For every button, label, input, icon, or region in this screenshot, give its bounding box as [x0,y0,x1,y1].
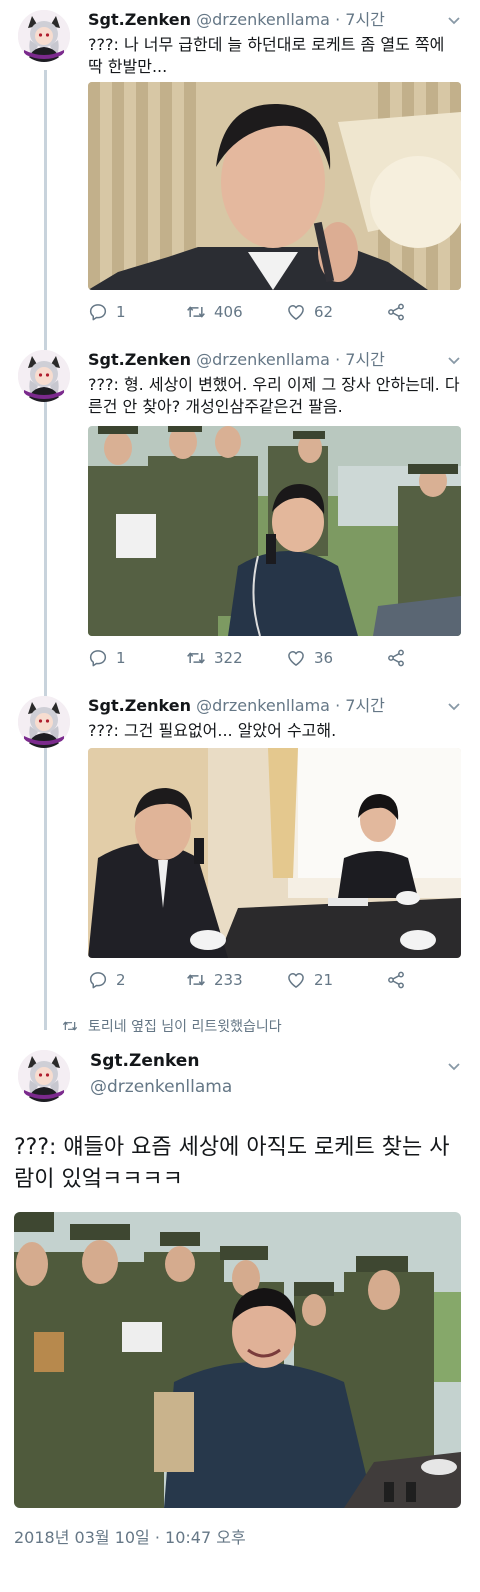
tweet-timestamp[interactable]: 2018년 03월 10일 · 10:47 오후 [14,1524,246,1548]
reply-icon [88,970,108,990]
display-name[interactable]: Sgt.Zenken [88,696,191,715]
chevron-down-icon[interactable] [446,1058,462,1074]
heart-icon [286,648,306,668]
chevron-down-icon[interactable] [446,352,462,368]
tweet-actions: 1 406 62 [88,302,428,324]
tweet-header: Sgt.Zenken @drzenkenllama · 7시간 [88,350,385,370]
tweet-photo[interactable] [14,1212,461,1508]
avatar[interactable] [18,350,70,402]
user-handle[interactable]: @drzenkenllama [90,1076,232,1098]
avatar[interactable] [18,696,70,748]
retweet-notice-text[interactable]: 토리네 옆집 님이 리트윗했습니다 [88,1016,282,1036]
retweet-button[interactable]: 406 [186,302,243,322]
display-name[interactable]: Sgt.Zenken [88,350,191,369]
tweet[interactable]: Sgt.Zenken @drzenkenllama · 7시간 ???: 그건 … [0,696,480,996]
reply-icon [88,302,108,322]
retweet-icon [62,1018,78,1034]
reply-button[interactable]: 1 [88,648,126,668]
separator: · [335,696,341,715]
share-icon [386,302,406,322]
retweet-icon [186,970,206,990]
timestamp[interactable]: 7시간 [345,10,385,29]
user-handle[interactable]: @drzenkenllama [196,696,330,715]
retweet-count: 322 [214,649,243,667]
tweet-text: ???: 나 너무 급한데 늘 하던대로 로케트 좀 열도 쪽에 딱 한발만..… [88,35,445,76]
tweet-photo[interactable] [88,748,461,958]
timestamp[interactable]: 7시간 [345,696,385,715]
tweet-photo[interactable] [88,82,461,290]
avatar[interactable] [18,10,70,62]
display-name[interactable]: Sgt.Zenken [88,10,191,29]
reply-button[interactable]: 1 [88,302,126,322]
share-button[interactable] [386,970,406,990]
reply-count: 1 [116,649,126,667]
retweet-button[interactable]: 233 [186,970,243,990]
timestamp[interactable]: 7시간 [345,350,385,369]
retweet-button[interactable]: 322 [186,648,243,668]
chevron-down-icon[interactable] [446,12,462,28]
like-button[interactable]: 21 [286,970,333,990]
tweet-text: ???: 얘들아 요즘 세상에 아직도 로케트 찾는 사람이 있엌ㅋㅋㅋㅋ [14,1135,450,1192]
tweet-photo[interactable] [88,426,461,636]
like-count: 62 [314,303,334,321]
reply-count: 1 [116,303,126,321]
user-handle[interactable]: @drzenkenllama [196,10,330,29]
avatar[interactable] [18,1050,70,1102]
chevron-down-icon[interactable] [446,698,462,714]
share-icon [386,648,406,668]
tweet-actions: 1 322 36 [88,648,428,670]
reply-icon [88,648,108,668]
retweet-icon [186,302,206,322]
like-count: 21 [314,971,334,989]
reply-count: 2 [116,971,126,989]
separator: · [335,350,341,369]
display-name[interactable]: Sgt.Zenken [90,1050,232,1072]
share-button[interactable] [386,302,406,322]
retweet-count: 406 [214,303,243,321]
tweet-header: Sgt.Zenken @drzenkenllama · 7시간 [88,696,385,716]
like-button[interactable]: 36 [286,648,333,668]
share-icon [386,970,406,990]
tweet-header: Sgt.Zenken @drzenkenllama [90,1050,232,1098]
share-button[interactable] [386,648,406,668]
tweet-text: ???: 형. 세상이 변했어. 우리 이제 그 장사 안하는데. 다른건 안 … [88,375,460,416]
tweet[interactable]: Sgt.Zenken @drzenkenllama · 7시간 ???: 나 너… [0,10,480,330]
retweet-notice: 토리네 옆집 님이 리트윗했습니다 [62,1016,282,1036]
retweet-icon [186,648,206,668]
like-button[interactable]: 62 [286,302,333,322]
reply-button[interactable]: 2 [88,970,126,990]
tweet-actions: 2 233 21 [88,970,428,992]
like-count: 36 [314,649,334,667]
tweet-header: Sgt.Zenken @drzenkenllama · 7시간 [88,10,385,30]
heart-icon [286,970,306,990]
heart-icon [286,302,306,322]
separator: · [335,10,341,29]
tweet[interactable]: Sgt.Zenken @drzenkenllama · 7시간 ???: 형. … [0,350,480,680]
retweet-count: 233 [214,971,243,989]
tweet-text: ???: 그건 필요없어... 알았어 수고해. [88,721,337,740]
user-handle[interactable]: @drzenkenllama [196,350,330,369]
